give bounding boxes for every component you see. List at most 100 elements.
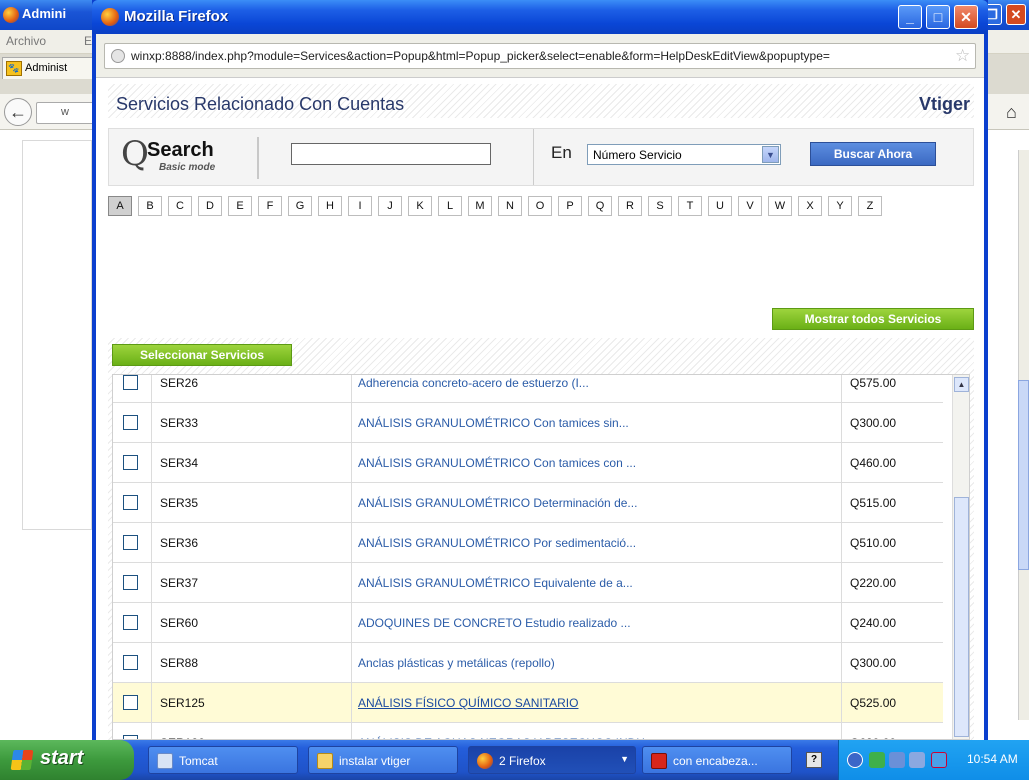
alpha-filter-d[interactable]: D — [198, 196, 222, 216]
task-label: con encabeza... — [673, 754, 758, 768]
table-row: SER34 ANÁLISIS GRANULOMÉTRICO Con tamices… — [113, 443, 943, 483]
monitor-icon[interactable] — [909, 752, 925, 768]
alpha-filter-g[interactable]: G — [288, 196, 312, 216]
service-code: SER33 — [151, 403, 351, 443]
alpha-filter-t[interactable]: T — [678, 196, 702, 216]
alpha-filter-q[interactable]: Q — [588, 196, 612, 216]
alpha-filter-b[interactable]: B — [138, 196, 162, 216]
bookmark-star-icon[interactable]: ☆ — [955, 46, 970, 66]
minimize-icon[interactable]: _ — [898, 5, 922, 29]
row-checkbox[interactable] — [123, 655, 138, 670]
home-icon[interactable]: ⌂ — [1006, 102, 1017, 123]
start-button[interactable]: start — [0, 740, 134, 780]
alpha-filter-c[interactable]: C — [168, 196, 192, 216]
table-row: SER60 ADOQUINES DE CONCRETO Estudio reali… — [113, 603, 943, 643]
search-now-button[interactable]: Buscar Ahora — [810, 142, 936, 166]
service-name-link[interactable]: Anclas plásticas y metálicas (repollo) — [358, 656, 555, 670]
alpha-filter-i[interactable]: I — [348, 196, 372, 216]
service-name-link[interactable]: Adherencia concreto-acero de estuerzo (I… — [358, 376, 589, 390]
alpha-filter-m[interactable]: M — [468, 196, 492, 216]
tab-administracion[interactable]: 🐾 Administ — [2, 57, 98, 79]
taskbar-item-tomcat[interactable]: Tomcat — [148, 746, 298, 774]
search-input[interactable] — [291, 143, 491, 165]
row-checkbox[interactable] — [123, 495, 138, 510]
app-tray-icon[interactable] — [931, 752, 947, 768]
taskbar-item-firefox[interactable]: 2 Firefox ▼ — [468, 746, 636, 774]
display-icon[interactable] — [889, 752, 905, 768]
row-checkbox[interactable] — [123, 615, 138, 630]
service-name-cell: Adherencia concreto-acero de estuerzo (I… — [351, 375, 841, 403]
background-scroll-thumb[interactable] — [1018, 380, 1029, 570]
chevron-down-icon[interactable]: ▼ — [762, 146, 779, 163]
search-field-select[interactable]: Número Servicio ▼ — [587, 144, 781, 165]
menu-edit[interactable]: E — [84, 34, 92, 48]
row-checkbox[interactable] — [123, 455, 138, 470]
clock: 10:54 AM — [967, 752, 1018, 766]
row-checkbox[interactable] — [123, 535, 138, 550]
maximize-icon[interactable]: □ — [926, 5, 950, 29]
close-icon[interactable]: ✕ — [954, 5, 978, 29]
network-icon[interactable] — [869, 752, 885, 768]
alpha-filter-s[interactable]: S — [648, 196, 672, 216]
row-checkbox[interactable] — [123, 575, 138, 590]
popup-titlebar[interactable]: Mozilla Firefox _ □ ✕ — [92, 0, 988, 34]
alpha-filter-h[interactable]: H — [318, 196, 342, 216]
service-price: Q525.00 — [841, 683, 943, 723]
alpha-filter-e[interactable]: E — [228, 196, 252, 216]
alpha-filter-u[interactable]: U — [708, 196, 732, 216]
service-price: Q300.00 — [841, 643, 943, 683]
service-code: SER60 — [151, 603, 351, 643]
search-logo: Q Search Basic mode — [121, 137, 259, 179]
alpha-filter-f[interactable]: F — [258, 196, 282, 216]
alpha-filter-a[interactable]: A — [108, 196, 132, 216]
alpha-filter-z[interactable]: Z — [858, 196, 882, 216]
scroll-up-icon[interactable]: ▲ — [954, 377, 969, 392]
chevron-left-icon[interactable] — [847, 752, 863, 768]
table-row: SER37 ANÁLISIS GRANULOMÉTRICO Equivalente… — [113, 563, 943, 603]
alpha-filter-p[interactable]: P — [558, 196, 582, 216]
results-scrollbar[interactable]: ▲ — [952, 375, 969, 739]
row-checkbox[interactable] — [123, 375, 138, 390]
alpha-filter-w[interactable]: W — [768, 196, 792, 216]
scroll-thumb[interactable] — [954, 497, 969, 737]
help-icon[interactable]: ? — [806, 752, 822, 768]
alpha-filter-v[interactable]: V — [738, 196, 762, 216]
alpha-filter-r[interactable]: R — [618, 196, 642, 216]
alpha-filter-y[interactable]: Y — [828, 196, 852, 216]
show-all-services-button[interactable]: Mostrar todos Servicios — [772, 308, 974, 330]
task-label: Tomcat — [179, 754, 218, 768]
tab-label: Administ — [25, 62, 68, 74]
alpha-filter-o[interactable]: O — [528, 196, 552, 216]
service-name-link[interactable]: ANÁLISIS FÍSICO QUÍMICO SANITARIO — [358, 696, 578, 710]
windows-flag-icon — [10, 750, 34, 770]
url-field[interactable]: winxp:8888/index.php?module=Services&act… — [104, 43, 976, 69]
alpha-filter-n[interactable]: N — [498, 196, 522, 216]
popup-content: winxp:8888/index.php?module=Services&act… — [96, 34, 984, 740]
row-checkbox[interactable] — [123, 695, 138, 710]
select-value: Número Servicio — [593, 148, 682, 162]
service-name-link[interactable]: ANÁLISIS GRANULOMÉTRICO Con tamices con … — [358, 456, 636, 470]
table-row: SER36 ANÁLISIS GRANULOMÉTRICO Por sedimen… — [113, 523, 943, 563]
close-icon[interactable]: ✕ — [1006, 4, 1026, 25]
service-name-link[interactable]: ADOQUINES DE CONCRETO Estudio realizado … — [358, 616, 631, 630]
service-name-link[interactable]: ANÁLISIS GRANULOMÉTRICO Equivalente de a… — [358, 576, 633, 590]
alpha-filter-x[interactable]: X — [798, 196, 822, 216]
menu-archivo[interactable]: Archivo — [6, 34, 46, 48]
firefox-icon — [3, 7, 19, 23]
background-window-controls: ❐ ✕ — [982, 0, 1029, 30]
alpha-filter-l[interactable]: L — [438, 196, 462, 216]
service-price: Q240.00 — [841, 603, 943, 643]
background-url-field[interactable]: w — [36, 102, 96, 124]
alpha-filter-k[interactable]: K — [408, 196, 432, 216]
taskbar-item-pdf[interactable]: con encabeza... — [642, 746, 792, 774]
search-heading: Search — [147, 139, 214, 161]
back-arrow-icon[interactable]: ← — [4, 98, 32, 126]
service-code: SER36 — [151, 523, 351, 563]
select-services-button[interactable]: Seleccionar Servicios — [112, 344, 292, 366]
alpha-filter-j[interactable]: J — [378, 196, 402, 216]
service-name-link[interactable]: ANÁLISIS GRANULOMÉTRICO Con tamices sin.… — [358, 416, 629, 430]
taskbar-item-instalar-vtiger[interactable]: instalar vtiger — [308, 746, 458, 774]
row-checkbox[interactable] — [123, 415, 138, 430]
service-name-link[interactable]: ANÁLISIS GRANULOMÉTRICO Determinación de… — [358, 496, 637, 510]
service-name-link[interactable]: ANÁLISIS GRANULOMÉTRICO Por sedimentació… — [358, 536, 636, 550]
